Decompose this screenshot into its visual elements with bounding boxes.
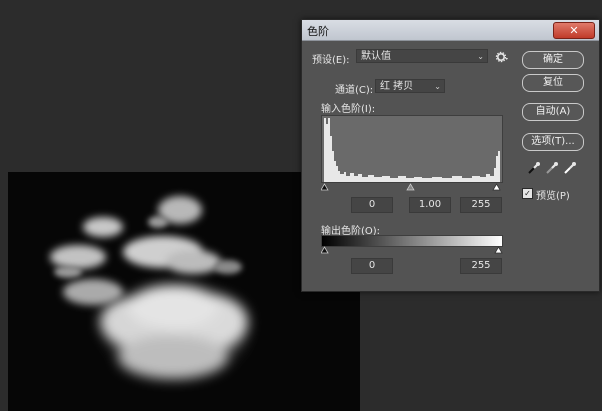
output-black-slider[interactable]	[321, 246, 329, 254]
input-gamma-field[interactable]: 1.00	[409, 197, 451, 213]
dialog-title: 色阶	[307, 25, 329, 38]
input-white-slider[interactable]	[492, 183, 501, 191]
eyedropper-gray-icon[interactable]	[545, 161, 559, 175]
auto-button[interactable]: 自动(A)	[522, 103, 584, 121]
preview-label: 预览(P)	[536, 191, 570, 202]
preview-checkbox[interactable]: ✓	[522, 188, 533, 199]
output-black-field[interactable]: 0	[351, 258, 393, 274]
eyedropper-black-icon[interactable]	[527, 161, 541, 175]
histogram	[321, 115, 503, 183]
close-icon: ✕	[569, 24, 579, 37]
output-white-field[interactable]: 255	[460, 258, 502, 274]
channel-label: 通道(C):	[335, 85, 374, 96]
options-button[interactable]: 选项(T)...	[522, 133, 584, 151]
gear-icon[interactable]	[495, 51, 509, 63]
preset-value: 默认值	[361, 51, 391, 62]
output-white-slider[interactable]	[494, 246, 503, 254]
channel-select[interactable]: 红 拷贝 ⌄	[375, 79, 445, 93]
reset-button[interactable]: 复位	[522, 74, 584, 92]
output-slider-track[interactable]	[321, 246, 503, 254]
chevron-down-icon: ⌄	[434, 82, 441, 91]
preset-label: 预设(E):	[312, 55, 350, 66]
input-white-field[interactable]: 255	[460, 197, 502, 213]
workspace: 色阶 ✕ 预设(E): 默认值 ⌄ 通道(C): 红 拷贝 ⌄ 输入色阶(I):	[0, 0, 602, 411]
ok-button[interactable]: 确定	[522, 51, 584, 69]
channel-value: 红 拷贝	[380, 81, 414, 92]
eyedropper-white-icon[interactable]	[563, 161, 577, 175]
preset-select[interactable]: 默认值 ⌄	[356, 49, 488, 63]
checkmark-icon: ✓	[524, 189, 531, 198]
input-levels-label: 输入色阶(I):	[321, 104, 376, 115]
input-slider-track[interactable]	[321, 183, 501, 191]
input-gamma-slider[interactable]	[406, 183, 415, 191]
dialog-titlebar[interactable]: 色阶 ✕	[302, 20, 599, 41]
chevron-down-icon: ⌄	[477, 52, 484, 61]
close-button[interactable]: ✕	[553, 22, 595, 39]
input-black-field[interactable]: 0	[351, 197, 393, 213]
input-black-slider[interactable]	[321, 183, 329, 191]
levels-dialog: 色阶 ✕ 预设(E): 默认值 ⌄ 通道(C): 红 拷贝 ⌄ 输入色阶(I):	[301, 19, 600, 292]
histogram-graph	[322, 116, 502, 182]
